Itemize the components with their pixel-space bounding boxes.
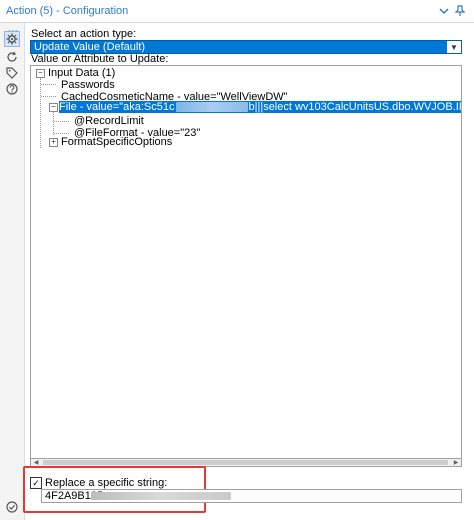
replace-string-input[interactable]: 4F2A9B185	[41, 489, 462, 503]
tree-node-passwords[interactable]: Passwords	[61, 79, 115, 91]
expand-collapse-icon[interactable]: −	[36, 69, 45, 78]
action-type-select[interactable]: Update Value (Default) ▼	[30, 40, 462, 54]
scrollbar-thumb[interactable]	[43, 460, 448, 465]
refresh-icon[interactable]	[4, 49, 20, 65]
replace-string-label: Replace a specific string:	[45, 477, 168, 489]
panel-title: Action (5) - Configuration	[6, 5, 129, 17]
tree-node-record-limit[interactable]: @RecordLimit	[74, 115, 144, 127]
value-to-update-label: Value or Attribute to Update:	[31, 53, 169, 65]
replace-string-checkbox[interactable]: ✓	[30, 477, 42, 489]
tree-connector	[54, 121, 69, 122]
tree-connector	[54, 133, 69, 134]
expand-collapse-icon[interactable]: +	[49, 138, 58, 147]
checkmark-circle-icon[interactable]	[4, 499, 20, 515]
action-type-selected-value: Update Value (Default)	[34, 41, 146, 53]
tree-connector	[53, 110, 54, 135]
config-sidebar: ...	[0, 23, 25, 520]
value-tree[interactable]: − Input Data (1) Passwords CachedCosmeti…	[30, 65, 462, 467]
gear-icon[interactable]	[4, 31, 20, 47]
action-type-label: Select an action type:	[31, 28, 137, 40]
tag-icon[interactable]	[4, 65, 20, 81]
tree-node-file[interactable]: File - value="aka:Sc51c b|||select wv103C…	[59, 101, 462, 113]
tree-connector	[40, 78, 41, 148]
tree-connector	[41, 84, 56, 85]
panel-titlebar: Action (5) - Configuration	[0, 0, 474, 23]
tree-connector	[41, 96, 56, 97]
pin-icon[interactable]	[452, 3, 468, 19]
expand-collapse-icon[interactable]: −	[49, 103, 58, 112]
help-icon[interactable]	[4, 81, 20, 97]
file-value-prefix: File - value="aka:Sc51c	[59, 101, 175, 113]
scroll-left-icon[interactable]: ◀	[31, 459, 41, 466]
redacted-region	[175, 102, 248, 113]
file-value-suffix: b|||select wv103CalcUnitsUS.dbo.WVJOB.ID…	[248, 101, 462, 113]
chevron-down-icon[interactable]: ▼	[447, 41, 461, 53]
tree-node-format-specific-options[interactable]: FormatSpecificOptions	[61, 136, 172, 148]
tree-node-input-data[interactable]: Input Data (1)	[48, 67, 115, 79]
scroll-right-icon[interactable]: ▶	[451, 459, 461, 466]
chevron-down-icon[interactable]	[436, 3, 452, 19]
redacted-region	[91, 492, 231, 500]
